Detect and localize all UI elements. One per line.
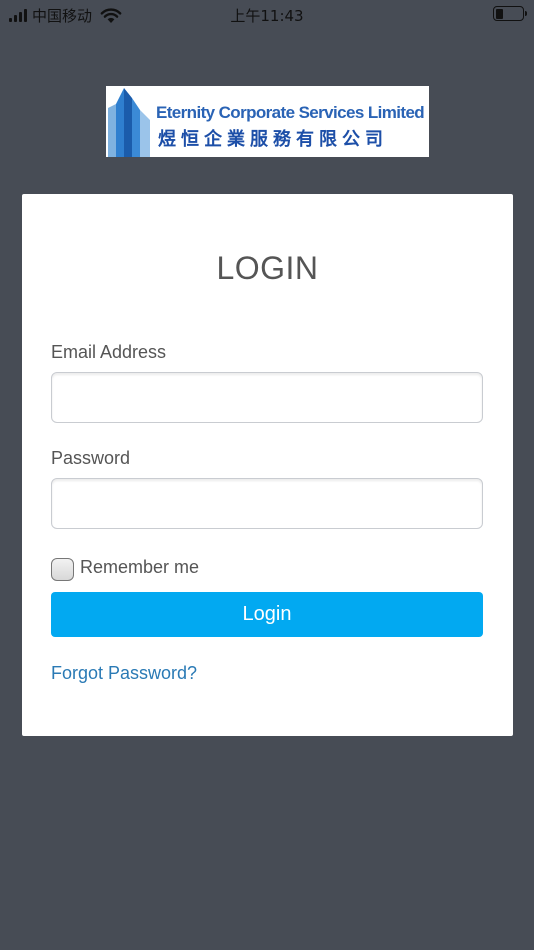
remember-me-row[interactable]: Remember me xyxy=(51,554,199,581)
battery-fill xyxy=(495,8,504,19)
password-label: Password xyxy=(51,448,131,468)
email-label: Email Address xyxy=(51,342,167,362)
building-logo-icon xyxy=(108,88,150,157)
forgot-password-link[interactable]: Forgot Password? xyxy=(51,663,197,684)
company-logo: Eternity Corporate Services Limited 煜恒企業… xyxy=(106,86,429,157)
login-button[interactable]: Login xyxy=(51,592,483,637)
login-title: LOGIN xyxy=(216,250,319,286)
logo-text-english: Eternity Corporate Services Limited xyxy=(156,103,425,122)
status-bar: 中国移动 上午11:43 xyxy=(0,0,534,28)
logo-text-chinese: 煜恒企業服務有限公司 xyxy=(158,129,388,150)
password-field[interactable] xyxy=(51,478,483,529)
status-time: 上午11:43 xyxy=(230,7,304,25)
remember-me-checkbox[interactable] xyxy=(51,558,74,581)
remember-me-label[interactable]: Remember me xyxy=(80,557,199,578)
email-field[interactable] xyxy=(51,372,483,423)
login-card: LOGIN Email Address Password Remember me… xyxy=(22,194,513,736)
battery-icon xyxy=(493,6,527,21)
